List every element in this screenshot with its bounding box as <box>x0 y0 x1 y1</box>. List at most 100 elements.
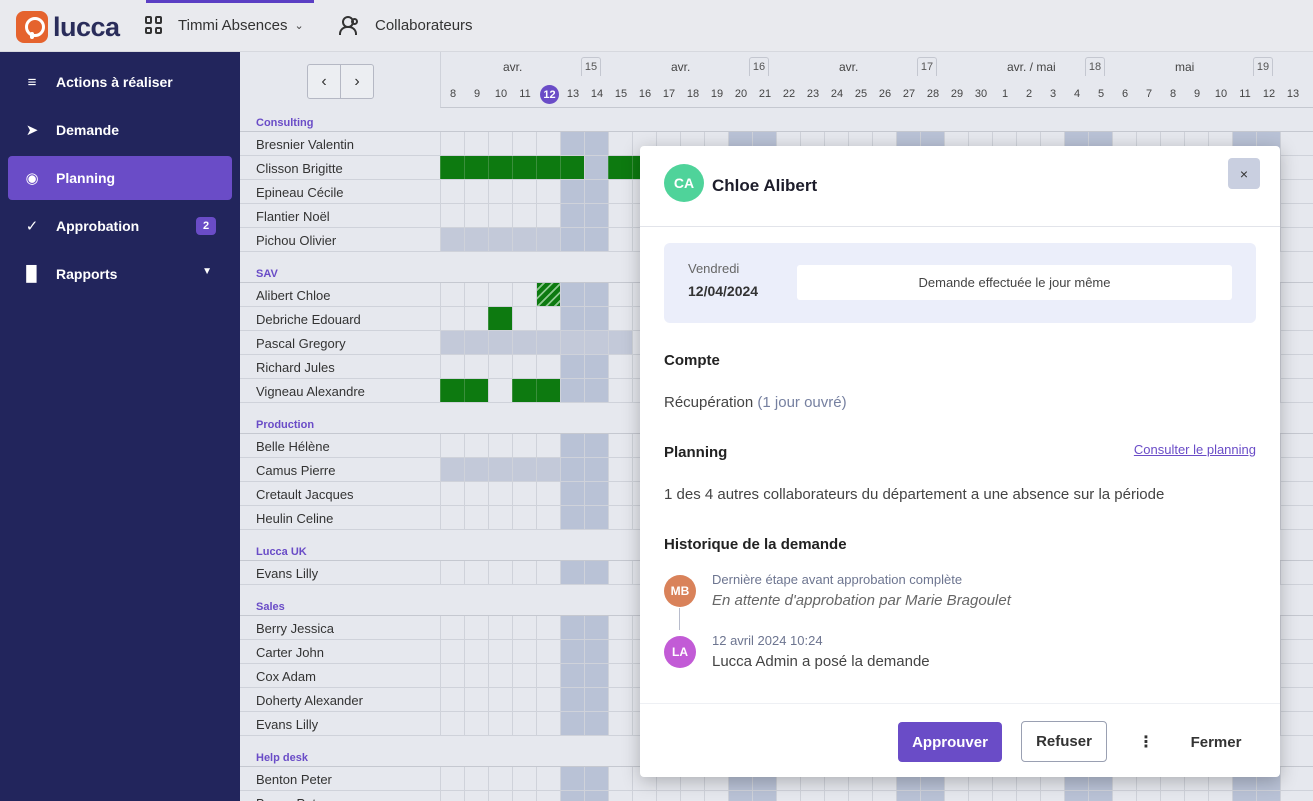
day-cell[interactable] <box>584 640 608 663</box>
day-cell[interactable] <box>608 379 632 402</box>
day-cell[interactable] <box>488 204 512 227</box>
day-cell[interactable] <box>968 791 992 801</box>
employee-name[interactable]: Bresnier Valentin <box>256 137 354 152</box>
day-cell[interactable] <box>800 791 824 801</box>
day-cell[interactable] <box>464 616 488 639</box>
day-cell[interactable] <box>608 283 632 306</box>
day-cell[interactable] <box>536 712 560 735</box>
day-cell[interactable] <box>584 283 608 306</box>
day-cell[interactable] <box>512 204 536 227</box>
day-cell[interactable] <box>1280 458 1304 481</box>
day-cell[interactable] <box>536 616 560 639</box>
day-cell[interactable] <box>464 434 488 457</box>
absence-cell[interactable] <box>512 379 536 402</box>
day-cell[interactable] <box>536 458 560 481</box>
absence-cell[interactable] <box>536 156 560 179</box>
day-cell[interactable] <box>1280 204 1304 227</box>
day-cell[interactable] <box>584 458 608 481</box>
day-cell[interactable] <box>560 791 584 801</box>
day-cell[interactable] <box>1280 228 1304 251</box>
day-cell[interactable] <box>1280 355 1304 378</box>
day-cell[interactable] <box>584 688 608 711</box>
day-cell[interactable] <box>488 482 512 505</box>
day-cell[interactable] <box>464 640 488 663</box>
day-cell[interactable] <box>584 561 608 584</box>
day-cell[interactable] <box>584 616 608 639</box>
day-cell[interactable] <box>728 791 752 801</box>
day-cell[interactable] <box>1280 307 1304 330</box>
day-cell[interactable] <box>512 791 536 801</box>
day-cell[interactable] <box>1064 791 1088 801</box>
sidebar-item-approbation[interactable]: ✓ Approbation 2 <box>8 204 232 248</box>
employee-name[interactable]: Richard Jules <box>256 360 335 375</box>
day-cell[interactable] <box>584 712 608 735</box>
day-cell[interactable] <box>1280 616 1304 639</box>
day-cell[interactable] <box>608 482 632 505</box>
day-cell[interactable] <box>440 712 464 735</box>
day-cell[interactable] <box>536 791 560 801</box>
day-cell[interactable] <box>536 664 560 687</box>
day-cell[interactable] <box>536 506 560 529</box>
day-cell[interactable] <box>608 664 632 687</box>
day-cell[interactable] <box>560 355 584 378</box>
day-cell[interactable] <box>536 228 560 251</box>
previous-period-button[interactable]: ‹ <box>308 65 341 98</box>
day-cell[interactable] <box>1280 434 1304 457</box>
day-cell[interactable] <box>992 791 1016 801</box>
day-cell[interactable] <box>1016 791 1040 801</box>
day-cell[interactable] <box>512 180 536 203</box>
day-cell[interactable] <box>512 283 536 306</box>
day-cell[interactable] <box>608 506 632 529</box>
collaborateurs-link[interactable]: Collaborateurs <box>339 16 473 35</box>
day-cell[interactable] <box>488 283 512 306</box>
day-cell[interactable] <box>488 664 512 687</box>
day-cell[interactable] <box>464 132 488 155</box>
day-cell[interactable] <box>488 355 512 378</box>
day-cell[interactable] <box>584 331 608 354</box>
day-cell[interactable] <box>608 712 632 735</box>
absence-cell[interactable] <box>440 156 464 179</box>
day-cell[interactable] <box>632 791 656 801</box>
day-cell[interactable] <box>440 640 464 663</box>
day-cell[interactable] <box>440 482 464 505</box>
employee-name[interactable]: Pascal Gregory <box>256 336 346 351</box>
day-cell[interactable] <box>560 228 584 251</box>
day-cell[interactable] <box>1040 791 1064 801</box>
day-cell[interactable] <box>560 379 584 402</box>
day-cell[interactable] <box>464 283 488 306</box>
day-cell[interactable] <box>512 506 536 529</box>
employee-name[interactable]: Cretault Jacques <box>256 487 354 502</box>
pending-absence-cell[interactable] <box>536 283 560 306</box>
day-cell[interactable] <box>1280 561 1304 584</box>
day-cell[interactable] <box>440 204 464 227</box>
day-cell[interactable] <box>488 180 512 203</box>
day-cell[interactable] <box>1160 791 1184 801</box>
day-cell[interactable] <box>488 132 512 155</box>
day-cell[interactable] <box>512 688 536 711</box>
day-cell[interactable] <box>608 331 632 354</box>
day-cell[interactable] <box>512 132 536 155</box>
day-cell[interactable] <box>824 791 848 801</box>
day-cell[interactable] <box>920 791 944 801</box>
day-cell[interactable] <box>488 506 512 529</box>
day-cell[interactable] <box>584 180 608 203</box>
employee-name[interactable]: Doherty Alexander <box>256 693 363 708</box>
day-cell[interactable] <box>488 228 512 251</box>
lucca-logo[interactable]: lucca <box>16 11 120 43</box>
day-cell[interactable] <box>512 307 536 330</box>
day-cell[interactable] <box>488 331 512 354</box>
day-cell[interactable] <box>1280 664 1304 687</box>
absence-cell[interactable] <box>464 379 488 402</box>
day-cell[interactable] <box>512 434 536 457</box>
day-cell[interactable] <box>440 180 464 203</box>
day-cell[interactable] <box>608 688 632 711</box>
day-cell[interactable] <box>608 458 632 481</box>
day-cell[interactable] <box>584 132 608 155</box>
day-cell[interactable] <box>440 228 464 251</box>
day-cell[interactable] <box>440 561 464 584</box>
day-cell[interactable] <box>608 180 632 203</box>
day-cell[interactable] <box>560 307 584 330</box>
absence-cell[interactable] <box>464 156 488 179</box>
absence-cell[interactable] <box>440 379 464 402</box>
day-cell[interactable] <box>584 156 608 179</box>
